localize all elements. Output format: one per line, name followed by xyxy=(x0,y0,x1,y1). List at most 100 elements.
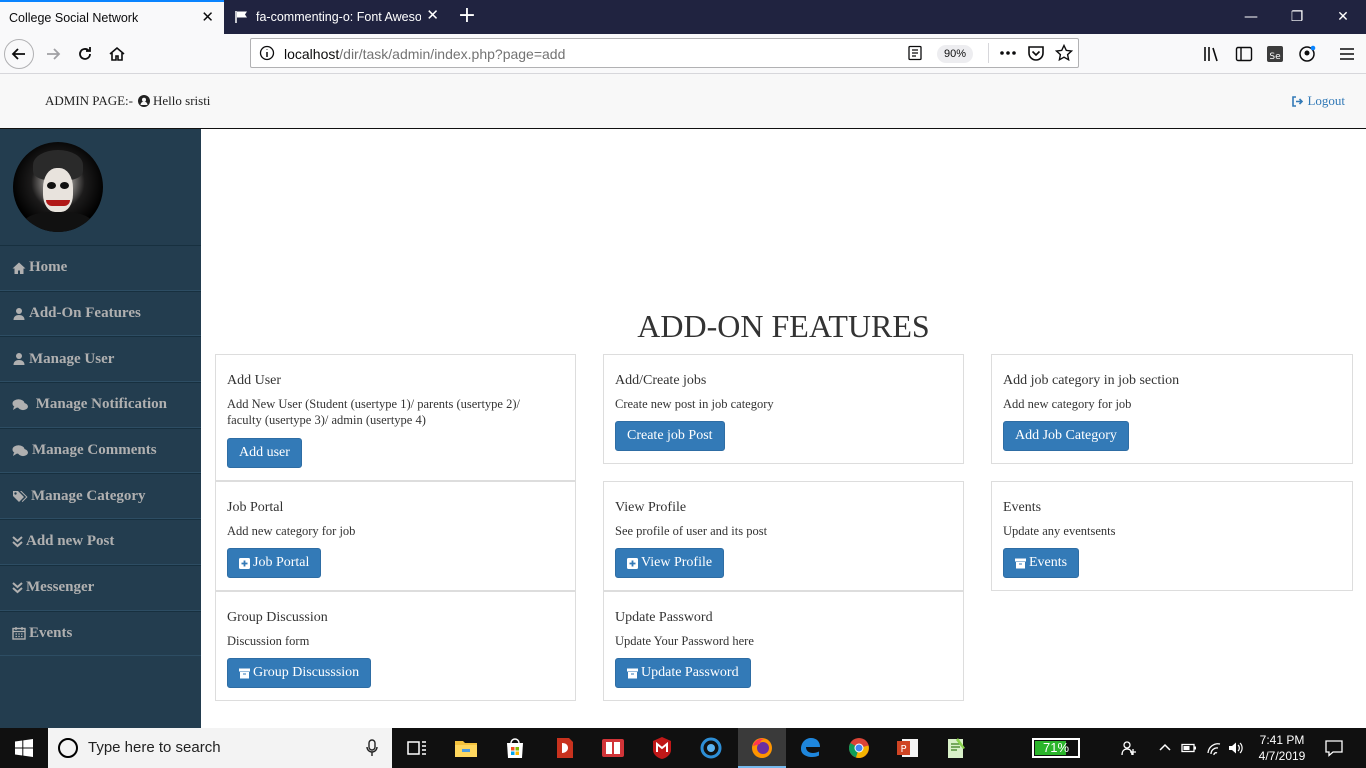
events-button[interactable]: Events xyxy=(1003,548,1080,578)
selenium-extension-icon[interactable]: Se xyxy=(1266,45,1284,63)
clock-time: 7:41 PM xyxy=(1259,733,1305,747)
sidebar-item-label: Add new Post xyxy=(26,533,115,550)
page-title: ADD-ON FEATURES xyxy=(637,308,930,344)
avatar xyxy=(13,142,103,232)
sidebar-item-manage-category[interactable]: Manage Category xyxy=(0,473,201,520)
task-view-icon[interactable] xyxy=(405,736,429,760)
library-icon[interactable] xyxy=(1203,45,1221,63)
sidebar-item-add-new-post[interactable]: Add new Post xyxy=(0,519,201,565)
edge-icon[interactable] xyxy=(798,736,822,760)
hamburger-menu-icon[interactable] xyxy=(1338,45,1356,63)
bookmark-star-icon[interactable] xyxy=(1055,44,1073,62)
button-label: View Profile xyxy=(641,555,713,570)
archive-icon xyxy=(1015,558,1026,568)
card-title: Group Discussion xyxy=(227,610,328,625)
add-user-button[interactable]: Add user xyxy=(227,438,302,468)
logout-link[interactable]: Logout xyxy=(1291,93,1345,109)
windows-taskbar: Type here to search P 71% 7:41 PM 4/7/20… xyxy=(0,728,1366,768)
sidebar-item-events[interactable]: Events xyxy=(0,610,201,657)
card-title: Job Portal xyxy=(227,500,284,515)
file-explorer-icon[interactable] xyxy=(454,736,478,760)
chrome-icon[interactable] xyxy=(847,736,871,760)
sidebar-item-home[interactable]: Home xyxy=(0,245,201,291)
plus-square-icon xyxy=(239,557,250,569)
taskbar-search-box[interactable]: Type here to search xyxy=(48,728,392,768)
chevron-up-icon[interactable] xyxy=(1157,740,1173,756)
microphone-icon[interactable] xyxy=(366,739,378,757)
wifi-icon[interactable] xyxy=(1206,740,1222,756)
archive-icon xyxy=(239,668,250,678)
volume-icon[interactable] xyxy=(1228,740,1244,756)
blue-circle-app-icon[interactable] xyxy=(699,736,723,760)
card-title: Add job category in job section xyxy=(1003,373,1180,388)
sidebar-item-manage-user[interactable]: Manage User xyxy=(0,336,201,383)
sidebar-item-manage-notification[interactable]: Manage Notification xyxy=(0,382,201,428)
button-label: Add Job Category xyxy=(1015,428,1117,443)
home-button[interactable] xyxy=(102,39,132,69)
more-actions-icon[interactable] xyxy=(999,44,1017,62)
url-path: /dir/task/admin/index.php?page=add xyxy=(339,46,566,62)
microsoft-store-icon[interactable] xyxy=(503,736,527,760)
button-label: Create job Post xyxy=(627,428,713,443)
close-tab-icon[interactable]: ✕ xyxy=(201,10,214,26)
url-bar[interactable]: localhost/dir/task/admin/index.php?page=… xyxy=(250,38,1079,68)
forward-button[interactable] xyxy=(38,39,68,69)
user-circle-icon xyxy=(138,95,150,107)
card-title: Add User xyxy=(227,373,282,388)
back-button[interactable] xyxy=(4,39,34,69)
site-info-icon[interactable] xyxy=(259,45,275,61)
reader-app-icon[interactable] xyxy=(601,736,625,760)
user-icon xyxy=(13,353,25,366)
add-job-category-button[interactable]: Add Job Category xyxy=(1003,421,1129,451)
job-portal-button[interactable]: Job Portal xyxy=(227,548,322,578)
back-arrow-icon xyxy=(11,48,25,60)
card-description: See profile of user and its post xyxy=(615,524,768,538)
create-job-post-button[interactable]: Create job Post xyxy=(615,421,725,451)
close-tab-icon[interactable]: ✕ xyxy=(426,8,439,24)
card-description: Discussion form xyxy=(227,634,310,648)
group-discussion-button[interactable]: Group Discusssion xyxy=(227,658,372,688)
update-password-button[interactable]: Update Password xyxy=(615,658,751,688)
minimize-button[interactable]: — xyxy=(1228,0,1274,34)
logout-label: Logout xyxy=(1307,93,1345,108)
tab-font-awesome[interactable]: fa-commenting-o: Font Awesome ✕ xyxy=(225,0,449,34)
admin-page-label: ADMIN PAGE:- xyxy=(45,93,133,108)
tab-college-social-network[interactable]: College Social Network ✕ xyxy=(0,0,224,34)
url-bar-divider xyxy=(988,43,989,63)
app-red-icon[interactable] xyxy=(553,736,577,760)
svg-text:P: P xyxy=(900,744,906,755)
people-icon[interactable] xyxy=(1121,740,1137,756)
restore-button[interactable]: ❐ xyxy=(1274,0,1320,34)
sidebar-toggle-icon[interactable] xyxy=(1235,45,1253,63)
start-button[interactable] xyxy=(0,728,48,768)
card-description: Update Your Password here xyxy=(615,634,754,648)
new-tab-button[interactable]: + xyxy=(455,4,479,28)
sign-out-icon xyxy=(1292,95,1304,107)
notepad-plus-icon[interactable] xyxy=(944,736,968,760)
battery-tray-icon[interactable] xyxy=(1181,740,1197,756)
system-clock[interactable]: 7:41 PM 4/7/2019 xyxy=(1250,732,1314,764)
close-window-button[interactable]: ✕ xyxy=(1320,0,1366,34)
greeting: Hello sristi xyxy=(138,93,210,109)
sidebar-item-label: Manage User xyxy=(29,350,115,367)
sidebar-item-add-on-features[interactable]: Add-On Features xyxy=(0,290,201,337)
feature-card-view-profile: View Profile See profile of user and its… xyxy=(603,481,964,591)
zoom-level[interactable]: 90% xyxy=(937,45,974,63)
double-chevron-down-icon xyxy=(12,536,23,548)
sidebar-item-label: Home xyxy=(29,259,68,276)
firefox-icon[interactable] xyxy=(750,736,774,760)
url-text[interactable]: localhost/dir/task/admin/index.php?page=… xyxy=(284,46,565,62)
feature-card-events: Events Update any eventsents Events xyxy=(991,481,1353,591)
reader-view-icon[interactable] xyxy=(907,45,923,61)
reload-button[interactable] xyxy=(70,39,100,69)
sidebar-item-messenger[interactable]: Messenger xyxy=(0,564,201,611)
pocket-icon[interactable] xyxy=(1027,44,1045,62)
sidebar-item-manage-comments[interactable]: Manage Comments xyxy=(0,427,201,474)
powerpoint-icon[interactable]: P xyxy=(896,736,920,760)
battery-indicator[interactable]: 71% xyxy=(1032,738,1080,758)
account-extension-icon[interactable] xyxy=(1298,45,1316,63)
view-profile-button[interactable]: View Profile xyxy=(615,548,725,578)
comments-icon xyxy=(12,444,28,456)
mcafee-icon[interactable] xyxy=(650,736,674,760)
action-center-icon[interactable] xyxy=(1325,739,1343,757)
